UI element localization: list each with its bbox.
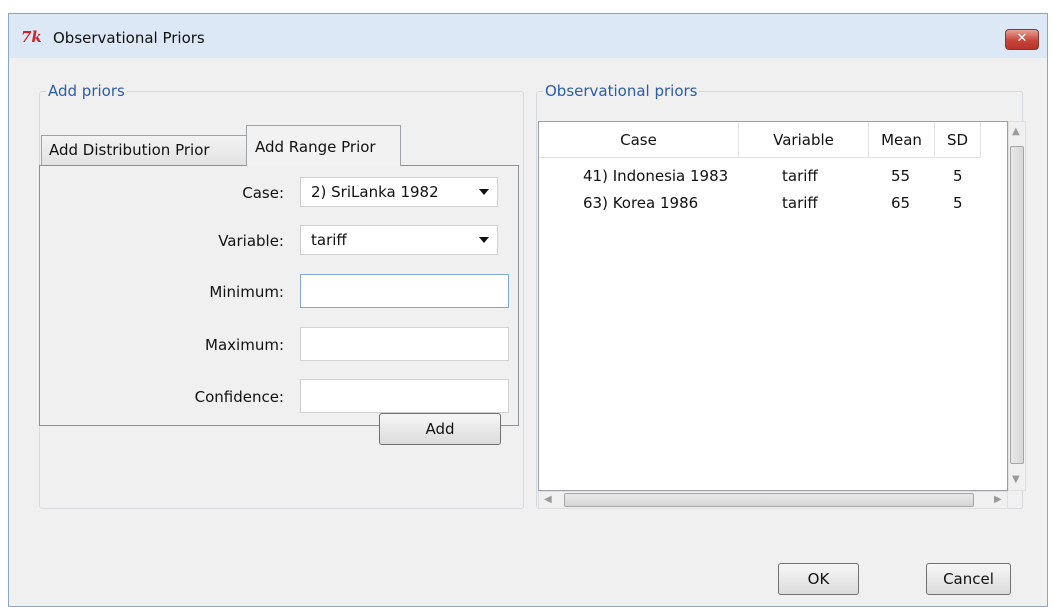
maximum-input[interactable]: [300, 327, 509, 361]
add-priors-legend: Add priors: [48, 82, 125, 100]
vertical-scrollbar[interactable]: ▲ ▼: [1008, 121, 1026, 491]
horizontal-scrollbar[interactable]: ◀ ▶: [538, 491, 1008, 509]
dialog-content: Add priors Add Distribution Prior Add Ra…: [9, 58, 1047, 606]
observational-priors-legend: Observational priors: [545, 82, 698, 100]
row-case: 41) Indonesia 1983: [583, 167, 729, 185]
confidence-input[interactable]: [300, 379, 509, 413]
row-mean: 55: [891, 167, 911, 185]
variable-label: Variable:: [218, 232, 284, 250]
row-sd: 5: [953, 167, 963, 185]
scroll-down-icon[interactable]: ▼: [1012, 474, 1020, 485]
scroll-left-icon[interactable]: ◀: [544, 494, 552, 505]
range-prior-panel: Case: 2) SriLanka 1982 Variable: tariff …: [39, 165, 519, 426]
tk-logo-icon: 7k: [21, 28, 42, 46]
title-bar[interactable]: 7k Observational Priors ✕: [9, 14, 1047, 58]
priors-table[interactable]: Case Variable Mean SD 41) Indonesia 1983…: [538, 121, 1008, 491]
row-variable: tariff: [782, 167, 818, 185]
scroll-up-icon[interactable]: ▲: [1012, 126, 1020, 137]
case-value: 2) SriLanka 1982: [311, 183, 439, 201]
vertical-scroll-thumb[interactable]: [1010, 146, 1024, 464]
confidence-label: Confidence:: [194, 388, 284, 406]
column-header-variable[interactable]: Variable: [739, 122, 869, 158]
tab-add-distribution-prior[interactable]: Add Distribution Prior: [41, 135, 248, 165]
row-sd: 5: [953, 194, 963, 212]
dialog-window: 7k Observational Priors ✕ Add priors Add…: [8, 13, 1048, 607]
ok-button[interactable]: OK: [778, 563, 859, 595]
row-variable: tariff: [782, 194, 818, 212]
maximum-label: Maximum:: [205, 336, 284, 354]
scroll-right-icon[interactable]: ▶: [994, 494, 1002, 505]
variable-combobox[interactable]: tariff: [300, 225, 498, 255]
variable-value: tariff: [311, 231, 347, 249]
column-header-mean[interactable]: Mean: [869, 122, 935, 158]
cancel-button[interactable]: Cancel: [926, 563, 1011, 595]
case-combobox[interactable]: 2) SriLanka 1982: [300, 177, 498, 207]
row-mean: 65: [891, 194, 911, 212]
horizontal-scroll-thumb[interactable]: [564, 493, 974, 507]
window-title: Observational Priors: [53, 29, 205, 47]
close-icon: ✕: [1016, 31, 1028, 46]
close-button[interactable]: ✕: [1005, 29, 1039, 50]
add-button[interactable]: Add: [379, 413, 501, 445]
chevron-down-icon[interactable]: [479, 189, 489, 195]
chevron-down-icon[interactable]: [479, 237, 489, 243]
column-header-sd[interactable]: SD: [935, 122, 981, 158]
minimum-input[interactable]: [300, 274, 509, 308]
column-header-case[interactable]: Case: [539, 122, 739, 158]
tab-add-range-prior[interactable]: Add Range Prior: [246, 125, 401, 166]
row-case: 63) Korea 1986: [583, 194, 699, 212]
minimum-label: Minimum:: [209, 283, 284, 301]
case-label: Case:: [242, 184, 284, 202]
